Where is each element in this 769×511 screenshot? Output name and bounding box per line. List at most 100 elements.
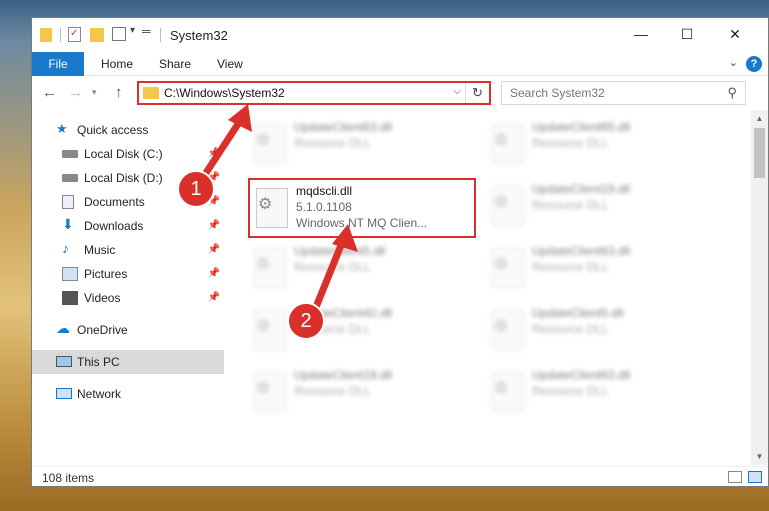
file-type: Resource DLL bbox=[294, 384, 371, 398]
gear-icon: ⚙ bbox=[494, 256, 509, 273]
file-type: Resource DLL bbox=[532, 198, 609, 212]
pictures-icon bbox=[62, 267, 78, 281]
gear-icon: ⚙ bbox=[256, 380, 271, 397]
file-name: UpdateClient65.dll bbox=[532, 120, 631, 134]
refresh-icon[interactable]: ↻ bbox=[465, 83, 489, 103]
folder-icon bbox=[40, 28, 52, 42]
sidebar-item-label: Network bbox=[77, 387, 122, 401]
sidebar-item-pictures[interactable]: Pictures 📌 bbox=[32, 262, 224, 286]
tab-file[interactable]: File bbox=[32, 52, 84, 76]
file-item[interactable]: ⚙ UpdateClient19.dll Resource DLL bbox=[248, 364, 480, 422]
sidebar-item-downloads[interactable]: ⬇ Downloads 📌 bbox=[32, 214, 224, 238]
sidebar-item-label: Music bbox=[84, 243, 116, 257]
status-bar: 108 items bbox=[32, 466, 768, 486]
sidebar-item-label: Videos bbox=[84, 291, 121, 305]
up-icon[interactable]: ↑ bbox=[115, 84, 123, 101]
gear-icon: ⚙ bbox=[256, 318, 271, 335]
gear-icon: ⚙ bbox=[256, 256, 271, 273]
sidebar-item-this-pc[interactable]: This PC bbox=[32, 350, 224, 374]
file-name: UpdateClient19.dll bbox=[532, 182, 631, 196]
recent-locations-icon[interactable]: ▾ bbox=[92, 87, 97, 98]
pin-icon[interactable]: 📌 bbox=[208, 244, 220, 255]
sidebar-item-label: Downloads bbox=[84, 219, 144, 233]
computer-icon bbox=[56, 356, 72, 367]
pin-icon[interactable]: 📌 bbox=[208, 220, 220, 231]
close-button[interactable]: ✕ bbox=[712, 18, 758, 50]
sidebar-item-videos[interactable]: Videos 📌 bbox=[32, 286, 224, 310]
new-folder-icon[interactable] bbox=[90, 28, 104, 42]
details-view-icon[interactable] bbox=[728, 471, 742, 483]
drive-icon bbox=[62, 174, 78, 182]
maximize-button[interactable]: ☐ bbox=[664, 18, 710, 50]
file-name: mqdscli.dll bbox=[296, 184, 353, 198]
navigation-bar: ← → ▾ ↑ C:\Windows\System32 ⌵ ↻ ⚲ bbox=[32, 78, 768, 110]
window-title: System32 bbox=[170, 28, 228, 43]
scroll-down-icon[interactable]: ▼ bbox=[751, 448, 768, 465]
file-name: UpdateClient63.dll bbox=[532, 368, 631, 382]
explorer-window: ✓ ▾ ═ System32 — ☐ ✕ File Home Share Vie… bbox=[31, 17, 769, 487]
chevron-down-icon[interactable]: ▾ bbox=[130, 25, 135, 43]
forward-icon[interactable]: → bbox=[68, 84, 83, 101]
pin-icon[interactable]: 📌 bbox=[208, 292, 220, 303]
search-box[interactable]: ⚲ bbox=[501, 81, 746, 105]
help-button[interactable]: ? bbox=[746, 56, 762, 72]
network-icon bbox=[56, 388, 72, 399]
documents-icon bbox=[62, 195, 74, 209]
download-icon: ⬇ bbox=[62, 216, 74, 232]
sidebar-item-network[interactable]: Network bbox=[32, 382, 224, 406]
sidebar-item-label: OneDrive bbox=[77, 323, 128, 337]
scroll-up-icon[interactable]: ▲ bbox=[751, 110, 768, 127]
sidebar-item-music[interactable]: ♪ Music 📌 bbox=[32, 238, 224, 262]
large-icons-view-icon[interactable] bbox=[748, 471, 762, 483]
tab-view[interactable]: View bbox=[217, 57, 243, 71]
address-path: C:\Windows\System32 bbox=[164, 86, 285, 100]
file-type: Resource DLL bbox=[532, 322, 609, 336]
sidebar-item-onedrive[interactable]: ☁ OneDrive bbox=[32, 318, 224, 342]
gear-icon: ⚙ bbox=[494, 380, 509, 397]
sidebar-item-label: Documents bbox=[84, 195, 145, 209]
view-options-icon[interactable] bbox=[112, 27, 126, 41]
sidebar-item-label: Local Disk (C:) bbox=[84, 147, 163, 161]
minimize-button[interactable]: — bbox=[618, 18, 664, 50]
file-item[interactable]: ⚙ UpdateClient63.dll Resource DLL bbox=[486, 364, 718, 422]
file-name: UpdateClient63.dll bbox=[532, 244, 631, 258]
videos-icon bbox=[62, 291, 78, 305]
file-name: UpdateClient5.dll bbox=[532, 306, 624, 320]
folder-icon bbox=[143, 87, 159, 99]
search-input[interactable] bbox=[510, 83, 720, 103]
cloud-icon: ☁ bbox=[56, 320, 70, 336]
file-item[interactable]: ⚙ UpdateClient5.dll Resource DLL bbox=[486, 302, 718, 360]
tab-home[interactable]: Home bbox=[101, 57, 133, 71]
file-type: Resource DLL bbox=[532, 136, 609, 150]
ribbon-tabs: File Home Share View ⌄ ? bbox=[32, 52, 768, 76]
divider bbox=[60, 28, 61, 42]
tab-share[interactable]: Share bbox=[159, 57, 191, 71]
drive-icon bbox=[62, 150, 78, 158]
file-item[interactable]: ⚙ UpdateClient19.dll Resource DLL bbox=[486, 178, 718, 236]
file-type: Resource DLL bbox=[532, 260, 609, 274]
back-icon[interactable]: ← bbox=[42, 84, 57, 101]
sidebar-item-label: This PC bbox=[77, 355, 120, 369]
file-item[interactable]: ⚙ UpdateClient63.dll Resource DLL bbox=[248, 116, 480, 174]
file-item[interactable]: ⚙ UpdateClient65.dll Resource DLL bbox=[486, 116, 718, 174]
file-name: UpdateClient19.dll bbox=[294, 368, 393, 382]
step-badge-2: 2 bbox=[287, 302, 325, 340]
search-icon: ⚲ bbox=[727, 85, 737, 100]
vertical-scrollbar[interactable]: ▲ ▼ bbox=[751, 110, 768, 465]
pin-icon[interactable]: 📌 bbox=[208, 268, 220, 279]
divider bbox=[160, 28, 161, 42]
customize-toolbar-icon[interactable]: ═ bbox=[142, 24, 151, 42]
file-type: Resource DLL bbox=[294, 136, 371, 150]
step-badge-1: 1 bbox=[177, 170, 215, 208]
properties-icon[interactable]: ✓ bbox=[68, 27, 81, 42]
title-bar: ✓ ▾ ═ System32 — ☐ ✕ bbox=[32, 18, 768, 52]
file-type: Resource DLL bbox=[532, 384, 609, 398]
sidebar-item-label: Local Disk (D:) bbox=[84, 171, 163, 185]
file-item[interactable]: ⚙ UpdateClient63.dll Resource DLL bbox=[486, 240, 718, 298]
collapse-ribbon-icon[interactable]: ⌄ bbox=[729, 56, 738, 69]
file-version: 5.1.0.1108 bbox=[296, 200, 352, 214]
gear-icon: ⚙ bbox=[494, 132, 509, 149]
scroll-thumb[interactable] bbox=[754, 128, 765, 178]
gear-icon: ⚙ bbox=[494, 194, 509, 211]
chevron-down-icon[interactable]: ⌵ bbox=[453, 86, 461, 97]
